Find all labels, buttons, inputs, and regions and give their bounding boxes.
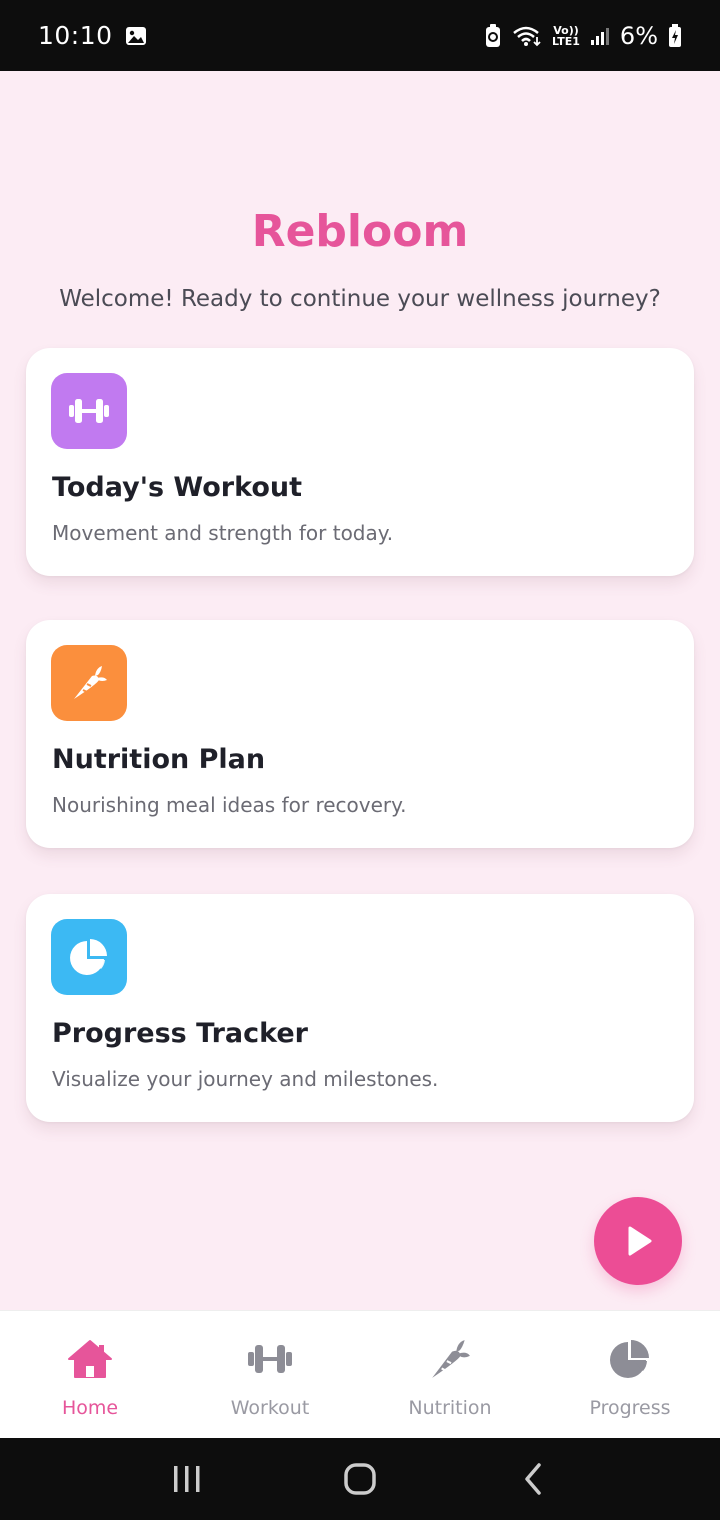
card-title: Nutrition Plan <box>52 744 266 775</box>
card-title: Today's Workout <box>52 472 303 503</box>
system-navigation-bar <box>0 1438 720 1520</box>
card-title: Progress Tracker <box>52 1018 308 1049</box>
nav-label: Home <box>61 1397 119 1419</box>
card-description: Visualize your journey and milestones. <box>52 1067 439 1091</box>
workout-card[interactable]: Today's Workout Movement and strength fo… <box>26 348 694 576</box>
carrot-icon <box>426 1337 474 1381</box>
home-icon <box>66 1337 114 1381</box>
nav-item-progress[interactable]: Progress <box>540 1311 720 1438</box>
volte-label-bottom: LTE1 <box>552 34 580 48</box>
volte-label-top: Vo)) <box>553 23 579 37</box>
battery-percent: 6% <box>619 21 658 50</box>
nav-item-nutrition[interactable]: Nutrition <box>360 1311 540 1438</box>
play-fab-button[interactable] <box>594 1197 682 1285</box>
nav-label: Nutrition <box>408 1397 492 1419</box>
home-circle-icon[interactable] <box>330 1449 390 1509</box>
app-brand-title: Rebloom <box>251 206 469 257</box>
status-bar: 10:10 Vo)) LTE1 6% <box>0 0 720 71</box>
play-icon <box>628 1226 652 1256</box>
status-time: 10:10 <box>38 21 113 50</box>
pie-chart-icon <box>606 1337 654 1381</box>
battery-charging-icon <box>668 23 682 48</box>
volte-icon: Vo)) LTE1 <box>552 25 580 47</box>
dumbbell-icon <box>246 1337 294 1381</box>
recents-icon[interactable] <box>157 1449 217 1509</box>
recycle-notification-icon <box>484 23 502 48</box>
signal-icon <box>590 26 610 46</box>
bottom-navigation: Home Workout Nutrition Progress <box>0 1310 720 1438</box>
welcome-message: Welcome! Ready to continue your wellness… <box>59 286 661 312</box>
carrot-icon <box>51 645 127 721</box>
nav-item-home[interactable]: Home <box>0 1311 180 1438</box>
gallery-notification-icon <box>125 26 147 46</box>
card-description: Nourishing meal ideas for recovery. <box>52 793 407 817</box>
dumbbell-icon <box>51 373 127 449</box>
wifi-icon <box>512 25 542 47</box>
nutrition-card[interactable]: Nutrition Plan Nourishing meal ideas for… <box>26 620 694 848</box>
nav-item-workout[interactable]: Workout <box>180 1311 360 1438</box>
card-description: Movement and strength for today. <box>52 521 394 545</box>
nav-label: Workout <box>230 1397 310 1419</box>
nav-label: Progress <box>589 1397 671 1419</box>
back-icon[interactable] <box>503 1449 563 1509</box>
progress-card[interactable]: Progress Tracker Visualize your journey … <box>26 894 694 1122</box>
pie-chart-icon <box>51 919 127 995</box>
